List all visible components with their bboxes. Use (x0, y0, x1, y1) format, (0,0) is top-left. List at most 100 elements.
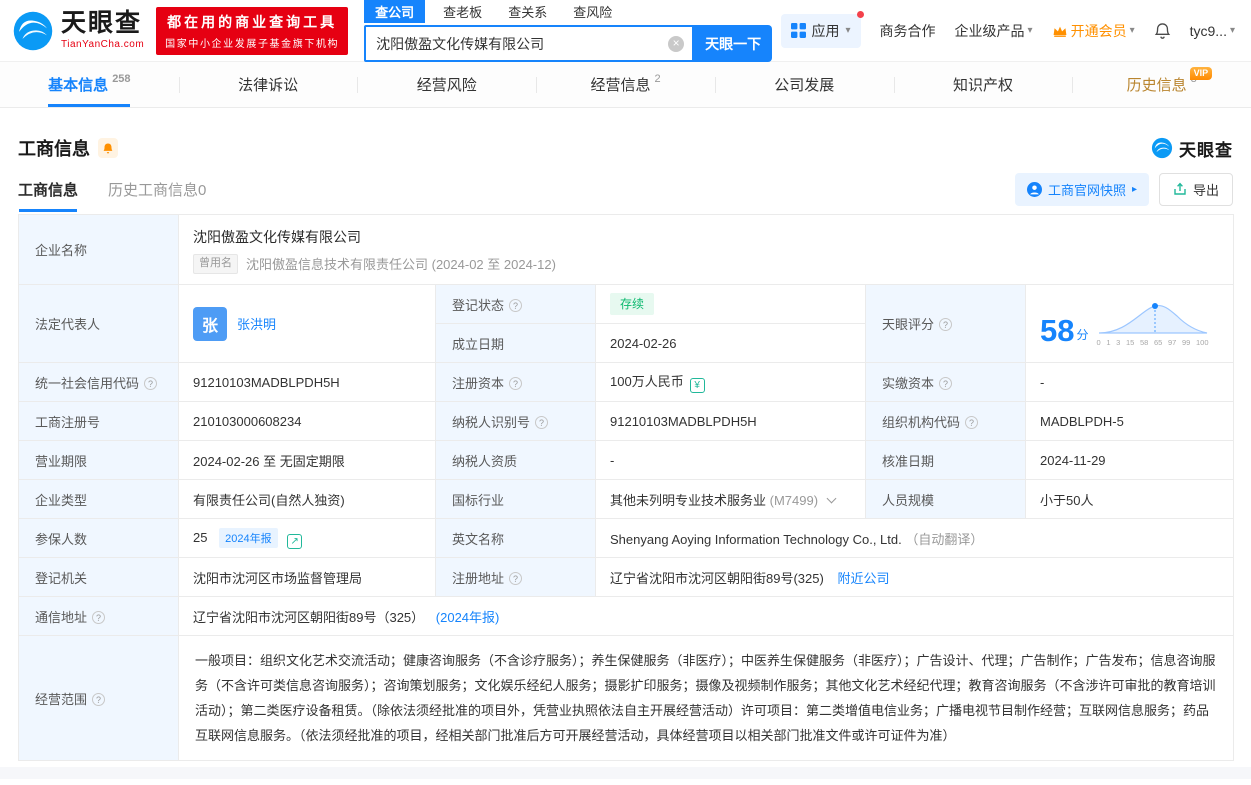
label-registration-number: 工商注册号 (18, 401, 179, 441)
search-button[interactable]: 天眼一下 (694, 25, 773, 62)
help-icon[interactable] (92, 692, 106, 706)
nav-open-membership[interactable]: 开通会员 (1052, 21, 1135, 41)
tab-business-info[interactable]: 经营信息 2 (536, 62, 715, 107)
score-unit: 分 (1076, 328, 1089, 343)
score-axis-ticks: 0 1 3 15 58 65 97 99 100 (1096, 337, 1209, 347)
tab-basic-info-label: 基本信息 (48, 77, 109, 94)
export-icon (1174, 182, 1186, 195)
label-organization-code: 组织机构代码 (865, 401, 1026, 441)
company-nav-tabs: 基本信息 258 法律诉讼 经营风险 经营信息 2 公司发展 知识产权 历史信息… (0, 62, 1251, 108)
cell-organization-code: MADBLPDH-5 (1024, 401, 1235, 441)
subtab-history-business-info[interactable]: 历史工商信息0 (108, 166, 206, 212)
label-registered-address: 注册地址 (435, 557, 596, 597)
cell-paid-capital: - (1024, 362, 1235, 402)
cell-registration-status: 存续 (595, 284, 866, 324)
tab-intellectual-property[interactable]: 知识产权 (893, 62, 1073, 107)
section-brand-logo: 天眼查 (1151, 136, 1233, 161)
trend-chart-icon[interactable] (287, 533, 303, 549)
search-tab-risk[interactable]: 查风险 (573, 2, 612, 21)
cell-establish-date: 2024-02-26 (595, 323, 866, 363)
label-english-name: 英文名称 (435, 518, 596, 558)
annual-report-tag[interactable]: 2024年报 (219, 527, 278, 548)
status-badge: 存续 (610, 292, 655, 316)
cell-credit-code: 91210103MADBLPDH5H (178, 362, 436, 402)
search-tab-boss[interactable]: 查老板 (443, 2, 482, 21)
business-info-table: 企业名称 沈阳傲盈文化传媒有限公司 曾用名 沈阳傲盈信息技术有限责任公司 (20… (18, 214, 1235, 761)
help-icon[interactable] (509, 571, 523, 585)
official-snapshot-button[interactable]: 工商官网快照 (1014, 172, 1149, 206)
search-tab-company[interactable]: 查公司 (364, 0, 426, 23)
label-legal-representative: 法定代表人 (18, 284, 179, 363)
section-header: 工商信息 天眼查 (18, 130, 1233, 166)
label-insured-count: 参保人数 (18, 518, 179, 558)
help-icon[interactable] (939, 318, 953, 331)
search-input[interactable] (366, 35, 669, 52)
search-tab-relation[interactable]: 查关系 (508, 2, 547, 21)
former-name[interactable]: 沈阳傲盈信息技术有限责任公司 (2024-02 至 2024-12) (246, 254, 556, 273)
label-mailing-address: 通信地址 (18, 596, 179, 636)
annual-report-link[interactable]: (2024年报) (436, 610, 500, 625)
label-registration-status: 登记状态 (435, 284, 596, 324)
official-snapshot-label: 工商官网快照 (1047, 182, 1126, 198)
cell-english-name: Shenyang Aoying Information Technology C… (594, 518, 1235, 558)
crown-icon (1053, 26, 1066, 37)
subtab-business-info[interactable]: 工商信息 (18, 166, 78, 212)
chevron-down-icon[interactable] (826, 493, 837, 503)
help-icon[interactable] (535, 415, 549, 429)
legal-rep-name-link[interactable]: 张洪明 (237, 314, 276, 333)
section-actions: 工商官网快照 导出 (1014, 172, 1233, 206)
tianyancha-logo[interactable]: 天眼查 TianYanCha.com (12, 10, 144, 52)
tab-intellectual-property-label: 知识产权 (952, 77, 1013, 94)
help-icon[interactable] (965, 415, 979, 429)
tianyancha-mini-icon (1151, 137, 1173, 159)
user-menu[interactable]: tyc9... (1190, 23, 1235, 39)
tab-history-info[interactable]: 历史信息 3 VIP (1072, 62, 1251, 107)
cell-staff-size: 小于50人 (1024, 479, 1235, 519)
tab-business-info-label: 经营信息 (590, 77, 651, 94)
label-paid-capital: 实缴资本 (865, 362, 1026, 402)
nav-business-cooperation[interactable]: 商务合作 (880, 21, 936, 41)
cell-taxpayer-quality: - (595, 440, 866, 480)
cell-mailing-address: 辽宁省沈阳市沈河区朝阳街89号（325） (2024年报) (177, 596, 1235, 636)
export-button[interactable]: 导出 (1158, 172, 1233, 206)
nav-enterprise-products[interactable]: 企业级产品 (955, 21, 1033, 41)
tab-legal-litigation-label: 法律诉讼 (238, 77, 299, 94)
monitor-bell-icon[interactable] (98, 138, 118, 158)
logo-title: 天眼查 (61, 9, 143, 37)
label-credit-code: 统一社会信用代码 (18, 362, 179, 402)
cell-approval-date: 2024-11-29 (1024, 440, 1235, 480)
help-icon[interactable] (509, 376, 523, 390)
promo-line1: 都在用的商业查询工具 (167, 13, 338, 30)
legal-rep-avatar[interactable]: 张 (193, 306, 227, 341)
apps-menu[interactable]: 应用 (780, 10, 864, 48)
cell-business-scope: 一般项目：组织文化艺术交流活动；健康咨询服务（不含诊疗服务）；养生保健服务（非医… (177, 635, 1235, 761)
cell-insured-count: 25 2024年报 (178, 518, 436, 558)
company-name: 沈阳傲盈文化传媒有限公司 (193, 229, 361, 246)
chevron-down-icon (1230, 25, 1235, 36)
bell-icon[interactable] (1154, 22, 1171, 40)
tab-business-info-count: 2 (654, 72, 661, 85)
vip-badge: VIP (1189, 67, 1213, 80)
cell-registered-capital: 100万人民币 (595, 362, 866, 402)
help-icon[interactable] (92, 610, 106, 624)
nearby-companies-link[interactable]: 附近公司 (837, 571, 889, 586)
tab-operational-risk[interactable]: 经营风险 (357, 62, 536, 107)
tab-company-development[interactable]: 公司发展 (714, 62, 894, 107)
export-label: 导出 (1192, 182, 1219, 198)
label-establish-date: 成立日期 (435, 323, 596, 363)
cell-registered-address: 辽宁省沈阳市沈河区朝阳街89号(325) 附近公司 (594, 557, 1235, 597)
help-icon[interactable] (144, 376, 158, 390)
clear-icon[interactable] (668, 35, 685, 52)
currency-convert-icon[interactable] (689, 378, 705, 393)
section-title: 工商信息 (18, 139, 90, 159)
tab-legal-litigation[interactable]: 法律诉讼 (178, 62, 358, 107)
section-brand-name: 天眼查 (1179, 140, 1233, 160)
label-company-type: 企业类型 (18, 479, 179, 519)
help-icon[interactable] (939, 376, 953, 390)
cell-business-term: 2024-02-26 至 无固定期限 (178, 440, 436, 480)
tab-operational-risk-label: 经营风险 (416, 77, 477, 94)
tab-basic-info[interactable]: 基本信息 258 (0, 62, 179, 107)
cell-tianyan-score[interactable]: 58 分 0 1 3 15 58 65 97 99 100 (1024, 284, 1235, 363)
cell-legal-representative: 张 张洪明 (178, 284, 436, 363)
help-icon[interactable] (509, 298, 523, 312)
